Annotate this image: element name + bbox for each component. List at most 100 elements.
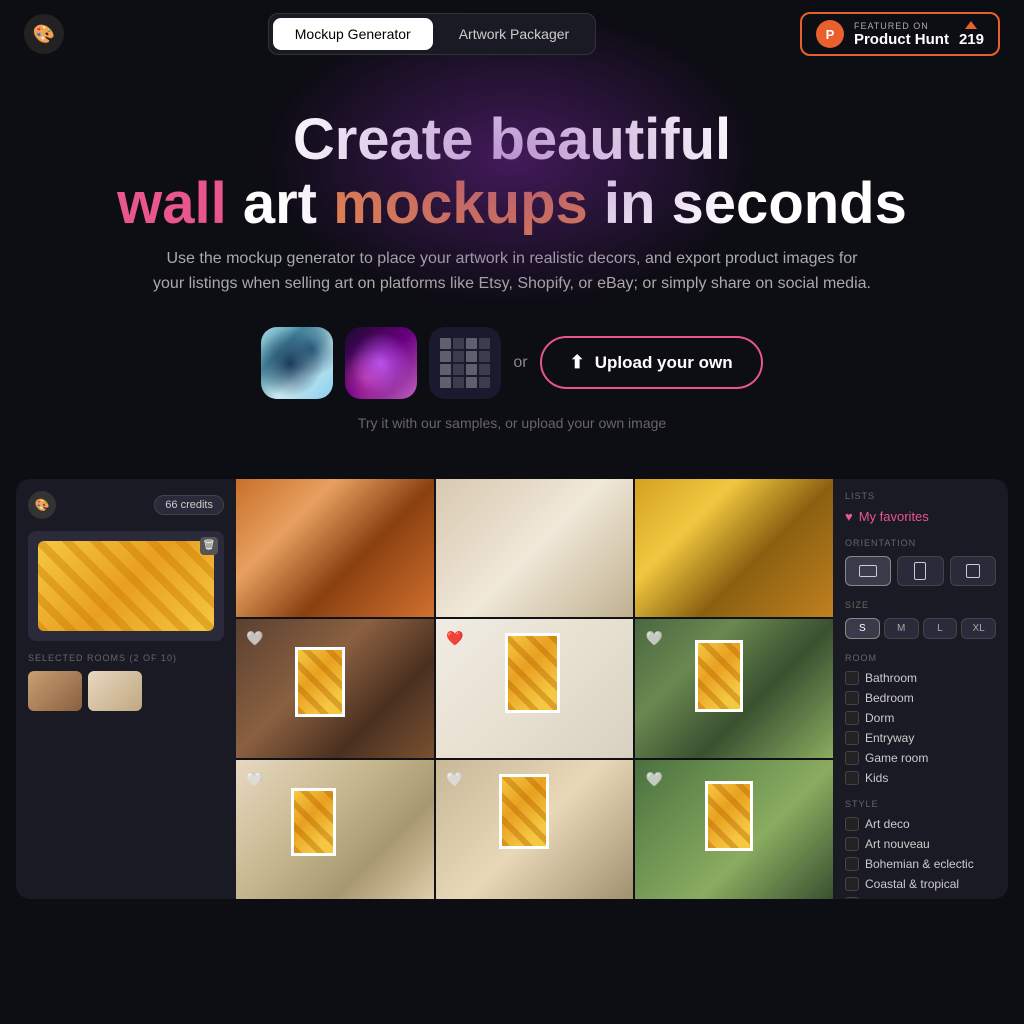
logo-icon: 🎨 <box>24 14 64 54</box>
room-entryway-checkbox[interactable] <box>845 731 859 745</box>
upload-icon: ⬆ <box>570 352 585 373</box>
room-item-1[interactable] <box>236 479 434 618</box>
style-contemporary-checkbox[interactable] <box>845 897 859 899</box>
room-kids-checkbox[interactable] <box>845 771 859 785</box>
artwork-in-room-8 <box>499 774 549 849</box>
hero-subtitle: Use the mockup generator to place your a… <box>152 246 872 297</box>
style-bohemian[interactable]: Bohemian & eclectic <box>845 857 996 871</box>
style-section: STYLE Art deco Art nouveau Bohemian & ec… <box>845 799 996 899</box>
style-coastal-checkbox[interactable] <box>845 877 859 891</box>
landscape-icon <box>859 565 877 577</box>
room-dorm[interactable]: Dorm <box>845 711 996 725</box>
room-item-5[interactable]: ❤️ <box>436 619 634 758</box>
style-bohemian-checkbox[interactable] <box>845 857 859 871</box>
orientation-portrait-btn[interactable] <box>897 556 943 586</box>
size-xl-btn[interactable]: XL <box>961 618 996 639</box>
my-favorites-item[interactable]: ♥ My favorites <box>845 509 996 524</box>
room-item-8[interactable]: 🤍 <box>436 760 634 899</box>
favorite-room-6-icon[interactable]: 🤍 <box>643 627 665 649</box>
room-kids[interactable]: Kids <box>845 771 996 785</box>
artwork-in-room-6 <box>695 640 743 712</box>
delete-artwork-icon[interactable]: 🗑 <box>200 537 218 555</box>
favorite-room-4-icon[interactable]: 🤍 <box>244 627 266 649</box>
sample-image-3[interactable] <box>429 327 501 399</box>
panel-logo-icon: 🎨 <box>28 491 56 519</box>
size-l-btn[interactable]: L <box>923 618 958 639</box>
style-coastal-label: Coastal & tropical <box>865 877 959 891</box>
square-icon <box>966 564 980 578</box>
favorite-room-8-icon[interactable]: 🤍 <box>444 768 466 790</box>
mockup-preview: 🎨 66 credits 🗑 SELECTED ROOMS (2 OF 10) <box>16 479 1008 899</box>
room-thumb-2[interactable] <box>88 671 142 711</box>
orientation-square-btn[interactable] <box>950 556 996 586</box>
room-item-2[interactable] <box>436 479 634 618</box>
room-bedroom[interactable]: Bedroom <box>845 691 996 705</box>
product-hunt-icon: P <box>816 20 844 48</box>
room-dorm-checkbox[interactable] <box>845 711 859 725</box>
style-artnouv-checkbox[interactable] <box>845 837 859 851</box>
sample-image-1[interactable] <box>261 327 333 399</box>
room-entryway[interactable]: Entryway <box>845 731 996 745</box>
room-entryway-label: Entryway <box>865 731 914 745</box>
style-coastal[interactable]: Coastal & tropical <box>845 877 996 891</box>
room-kids-label: Kids <box>865 771 888 785</box>
style-artdeco-checkbox[interactable] <box>845 817 859 831</box>
size-label: SIZE <box>845 600 996 610</box>
style-bohemian-label: Bohemian & eclectic <box>865 857 974 871</box>
room-item-7[interactable]: 🤍 <box>236 760 434 899</box>
room-thumb-1[interactable] <box>28 671 82 711</box>
room-bathroom[interactable]: Bathroom <box>845 671 996 685</box>
right-panel: LISTS ♥ My favorites ORIENTATION SI <box>833 479 1008 899</box>
room-bathroom-checkbox[interactable] <box>845 671 859 685</box>
artwork-in-room-5 <box>505 633 560 713</box>
size-buttons: S M L XL <box>845 618 996 639</box>
word-art: art <box>243 171 317 236</box>
room-item-3[interactable] <box>635 479 833 618</box>
ph-name-label: Product Hunt <box>854 31 949 48</box>
room-item-4[interactable]: 🤍 <box>236 619 434 758</box>
room-bedroom-checkbox[interactable] <box>845 691 859 705</box>
room-gameroom[interactable]: Game room <box>845 751 996 765</box>
product-hunt-text: FEATURED ON Product Hunt <box>854 21 949 48</box>
style-artdeco[interactable]: Art deco <box>845 817 996 831</box>
sample-image-2[interactable] <box>345 327 417 399</box>
size-s-btn[interactable]: S <box>845 618 880 639</box>
tab-artwork-packager[interactable]: Artwork Packager <box>437 18 591 50</box>
word-wall: wall <box>117 171 227 236</box>
artwork-thumbnail[interactable] <box>38 541 214 631</box>
room-section: ROOM Bathroom Bedroom Dorm Entryway Game… <box>845 653 996 785</box>
room-thumbnails <box>28 671 224 711</box>
room-gameroom-checkbox[interactable] <box>845 751 859 765</box>
orientation-section: ORIENTATION <box>845 538 996 586</box>
product-hunt-badge[interactable]: P FEATURED ON Product Hunt 219 <box>800 12 1000 56</box>
favorite-room-7-icon[interactable]: 🤍 <box>244 768 266 790</box>
favorite-room-9-icon[interactable]: 🤍 <box>643 768 665 790</box>
artwork-in-room-7 <box>291 788 336 856</box>
style-artnouv[interactable]: Art nouveau <box>845 837 996 851</box>
room-bathroom-label: Bathroom <box>865 671 917 685</box>
size-m-btn[interactable]: M <box>884 618 919 639</box>
tab-mockup-generator[interactable]: Mockup Generator <box>273 18 433 50</box>
nav-tabs: Mockup Generator Artwork Packager <box>268 13 596 55</box>
style-contemporary[interactable]: Contemporary <box>845 897 996 899</box>
hero-title-line2: wall art mockups in seconds <box>20 172 1004 236</box>
artwork-in-room-9 <box>705 781 753 851</box>
upload-label: Upload your own <box>595 353 733 373</box>
orientation-landscape-btn[interactable] <box>845 556 891 586</box>
style-contemporary-label: Contemporary <box>865 897 941 899</box>
artwork-in-room-4 <box>295 647 345 717</box>
hero-section: Create beautiful wall art mockups in sec… <box>0 68 1024 479</box>
panel-header: 🎨 66 credits <box>28 491 224 519</box>
style-artdeco-label: Art deco <box>865 817 910 831</box>
favorite-room-5-icon[interactable]: ❤️ <box>444 627 466 649</box>
room-item-6[interactable]: 🤍 <box>635 619 833 758</box>
hero-title-line1: Create beautiful <box>20 108 1004 172</box>
ph-featured-label: FEATURED ON <box>854 21 949 31</box>
heart-favorites-icon: ♥ <box>845 509 853 524</box>
samples-hint: Try it with our samples, or upload your … <box>20 415 1004 431</box>
ph-triangle-icon <box>965 21 977 29</box>
room-item-9[interactable]: 🤍 <box>635 760 833 899</box>
orientation-buttons <box>845 556 996 586</box>
style-artnouv-label: Art nouveau <box>865 837 930 851</box>
upload-button[interactable]: ⬆ Upload your own <box>540 336 763 389</box>
